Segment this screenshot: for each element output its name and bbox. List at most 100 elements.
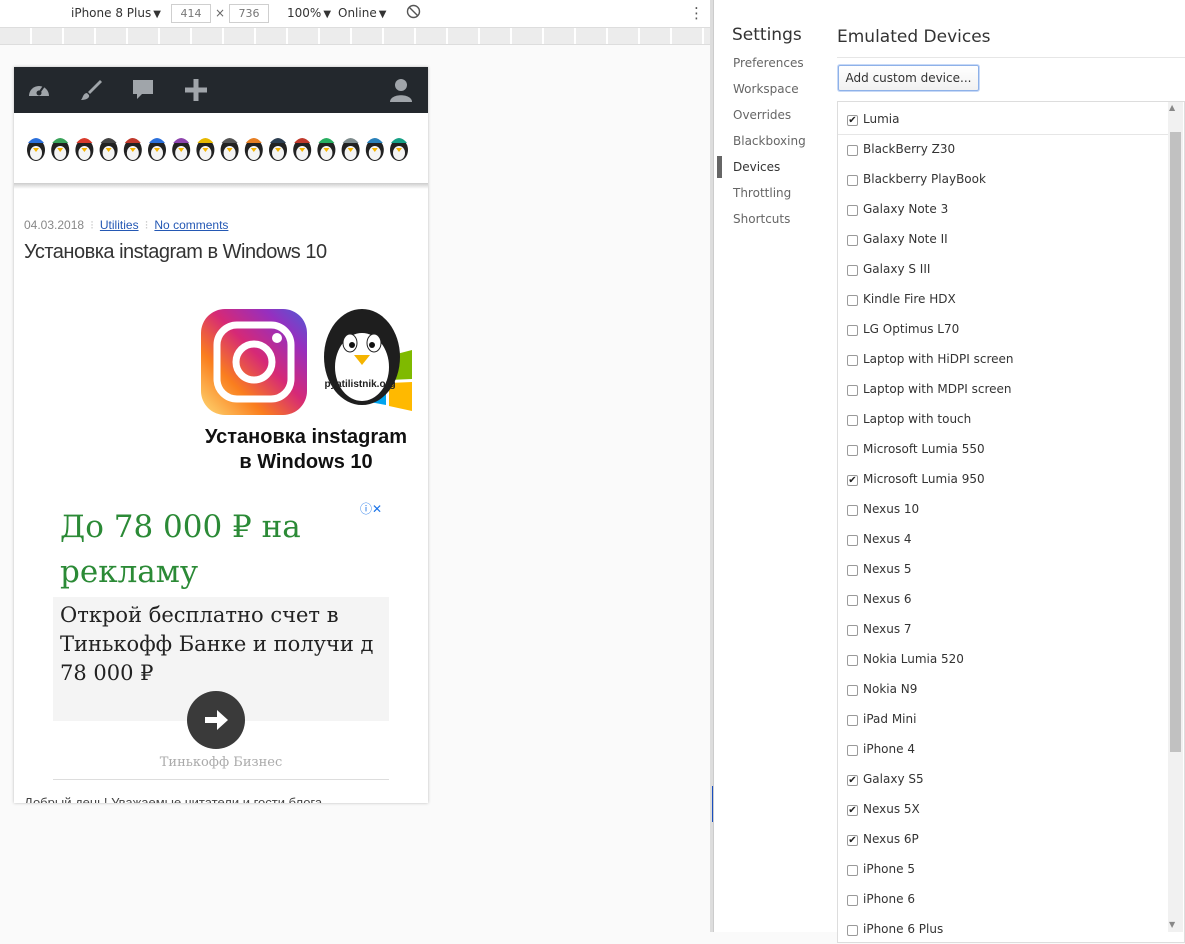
device-checkbox[interactable] [847, 715, 858, 726]
device-checkbox[interactable] [847, 535, 858, 546]
nav-blackboxing[interactable]: Blackboxing [733, 134, 806, 148]
device-checkbox[interactable] [847, 355, 858, 366]
add-new-icon[interactable] [183, 77, 209, 103]
device-checkbox[interactable] [847, 325, 858, 336]
customize-brush-icon[interactable] [78, 77, 104, 103]
device-checkbox[interactable] [847, 415, 858, 426]
nav-workspace[interactable]: Workspace [733, 82, 799, 96]
device-row[interactable]: Nexus 4 [838, 524, 1168, 554]
device-label: iPhone 6 Plus [863, 922, 944, 936]
device-row[interactable]: Nexus 5 [838, 554, 1168, 584]
penguin-icon [365, 138, 384, 161]
zoom-value: 100% [287, 6, 322, 20]
post-title[interactable]: Установка instagram в Windows 10 [24, 241, 327, 264]
comments-link[interactable]: No comments [154, 218, 228, 232]
device-checkbox[interactable] [847, 235, 858, 246]
device-checkbox[interactable] [847, 565, 858, 576]
device-row[interactable]: Nexus 7 [838, 614, 1168, 644]
device-checkbox[interactable] [847, 265, 858, 276]
device-row[interactable]: Blackberry PlayBook [838, 164, 1168, 194]
device-checkbox[interactable]: ✔ [847, 475, 858, 486]
device-row[interactable]: Galaxy Note II [838, 224, 1168, 254]
nav-preferences[interactable]: Preferences [733, 56, 804, 70]
device-row[interactable]: Kindle Fire HDX [838, 284, 1168, 314]
device-row[interactable]: BlackBerry Z30 [838, 134, 1168, 164]
device-row[interactable]: ✔ Lumia [838, 104, 1168, 135]
nav-shortcuts[interactable]: Shortcuts [733, 212, 790, 226]
comments-icon[interactable] [130, 77, 156, 103]
ad-brand[interactable]: Тинькофф Бизнес [53, 755, 389, 770]
device-row[interactable]: ✔ Microsoft Lumia 950 [838, 464, 1168, 494]
device-emulation-area: iPhone 8 Plus ▼ 414 × 736 100% ▼ Online ▼ ⋮ [0, 0, 713, 932]
device-checkbox[interactable] [847, 445, 858, 456]
nav-devices[interactable]: Devices [733, 160, 780, 174]
scroll-up-icon[interactable]: ▲ [1169, 103, 1175, 112]
ad-headline[interactable]: До 78 000 ₽ на рекламу [60, 505, 380, 595]
device-row[interactable]: iPhone 6 [838, 884, 1168, 914]
device-checkbox[interactable]: ✔ [847, 835, 858, 846]
scrollbar-thumb[interactable] [1170, 132, 1181, 752]
device-checkbox[interactable] [847, 895, 858, 906]
meta-separator: ⁝ [144, 218, 149, 232]
rotate-icon[interactable] [406, 4, 421, 22]
device-row[interactable]: Nexus 10 [838, 494, 1168, 524]
category-link[interactable]: Utilities [100, 218, 139, 232]
device-row[interactable]: Laptop with MDPI screen [838, 374, 1168, 404]
device-checkbox[interactable] [847, 175, 858, 186]
nav-overrides[interactable]: Overrides [733, 108, 791, 122]
device-row[interactable]: ✔ Galaxy S5 [838, 764, 1168, 794]
device-row[interactable]: Galaxy S III [838, 254, 1168, 284]
device-row[interactable]: iPhone 6 Plus [838, 914, 1168, 944]
ad-arrow-button[interactable] [187, 691, 245, 749]
device-row[interactable]: Galaxy Note 3 [838, 194, 1168, 224]
user-account-icon[interactable] [388, 77, 414, 103]
dashboard-icon[interactable] [26, 77, 52, 103]
width-input[interactable]: 414 [171, 4, 211, 23]
device-row[interactable]: iPhone 5 [838, 854, 1168, 884]
device-select[interactable]: iPhone 8 Plus ▼ [71, 6, 161, 20]
device-row[interactable]: Nokia N9 [838, 674, 1168, 704]
caption-line-1: Установка instagram [204, 426, 408, 448]
device-row[interactable]: Microsoft Lumia 550 [838, 434, 1168, 464]
scroll-down-icon[interactable]: ▼ [1169, 920, 1175, 929]
zoom-select[interactable]: 100% ▼ [287, 6, 331, 20]
device-checkbox[interactable] [847, 145, 858, 156]
device-row[interactable]: iPad Mini [838, 704, 1168, 734]
device-checkbox[interactable]: ✔ [847, 775, 858, 786]
device-checkbox[interactable] [847, 205, 858, 216]
device-checkbox[interactable] [847, 925, 858, 936]
more-options-icon[interactable]: ⋮ [689, 4, 704, 22]
penguin-icon [27, 138, 45, 161]
device-checkbox[interactable] [847, 595, 858, 606]
device-checkbox[interactable] [847, 865, 858, 876]
site-header-banner[interactable] [14, 113, 428, 184]
device-checkbox[interactable]: ✔ [847, 805, 858, 816]
device-checkbox[interactable] [847, 655, 858, 666]
device-label: Galaxy Note 3 [863, 202, 949, 216]
media-query-ruler[interactable] [0, 28, 712, 45]
post-meta: 04.03.2018 ⁝ Utilities ⁝ No comments [24, 218, 228, 232]
device-checkbox[interactable] [847, 685, 858, 696]
device-row[interactable]: ✔ Nexus 6P [838, 824, 1168, 854]
device-row[interactable]: ✔ Nexus 5X [838, 794, 1168, 824]
device-checkbox[interactable] [847, 625, 858, 636]
featured-image-caption: Установка instagram в Windows 10 [190, 425, 422, 475]
device-row[interactable]: LG Optimus L70 [838, 314, 1168, 344]
nav-throttling[interactable]: Throttling [733, 186, 791, 200]
device-checkbox[interactable] [847, 745, 858, 756]
height-input[interactable]: 736 [229, 4, 269, 23]
device-checkbox[interactable]: ✔ [847, 115, 858, 126]
device-checkbox[interactable] [847, 295, 858, 306]
advertisement[interactable]: ⓘ✕ До 78 000 ₽ на рекламу Открой бесплат… [53, 499, 389, 779]
device-row[interactable]: Laptop with touch [838, 404, 1168, 434]
device-row[interactable]: iPhone 4 [838, 734, 1168, 764]
device-checkbox[interactable] [847, 505, 858, 516]
network-select[interactable]: Online ▼ [338, 6, 386, 20]
device-row[interactable]: Nexus 6 [838, 584, 1168, 614]
device-row[interactable]: Nokia Lumia 520 [838, 644, 1168, 674]
device-row[interactable]: Laptop with HiDPI screen [838, 344, 1168, 374]
ad-text-line: Открой бесплатно счет в [60, 603, 339, 627]
add-custom-device-button[interactable]: Add custom device... [838, 65, 979, 91]
penguin-icon [341, 138, 360, 161]
device-checkbox[interactable] [847, 385, 858, 396]
